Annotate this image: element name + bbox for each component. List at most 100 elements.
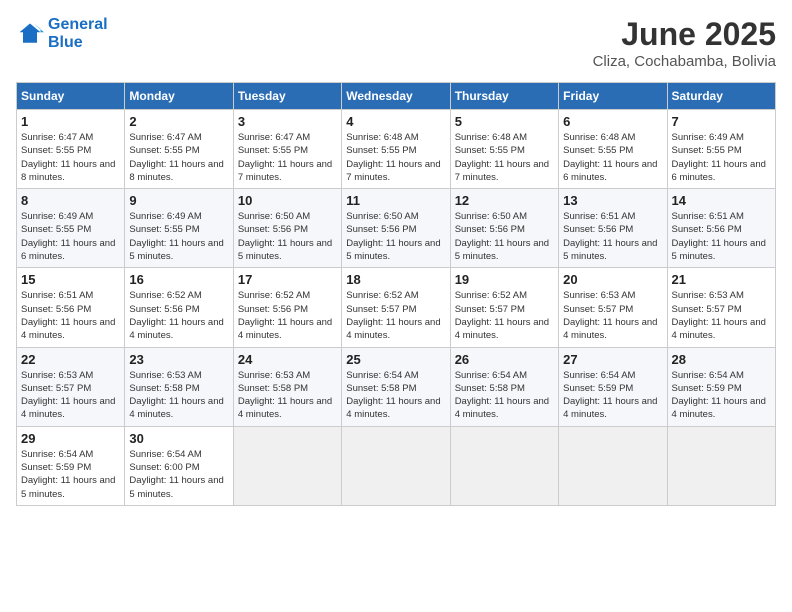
calendar-cell	[450, 426, 558, 505]
calendar-cell: 5 Sunrise: 6:48 AM Sunset: 5:55 PM Daylig…	[450, 110, 558, 189]
calendar-cell: 27 Sunrise: 6:54 AM Sunset: 5:59 PM Dayli…	[559, 347, 667, 426]
day-info: Sunrise: 6:51 AM Sunset: 5:56 PM Dayligh…	[21, 289, 120, 342]
day-number: 23	[129, 352, 228, 367]
day-info: Sunrise: 6:51 AM Sunset: 5:56 PM Dayligh…	[563, 210, 662, 263]
column-header-saturday: Saturday	[667, 83, 775, 110]
day-number: 28	[672, 352, 771, 367]
logo: General Blue	[16, 16, 108, 52]
calendar-cell: 28 Sunrise: 6:54 AM Sunset: 5:59 PM Dayli…	[667, 347, 775, 426]
calendar-week-row: 8 Sunrise: 6:49 AM Sunset: 5:55 PM Daylig…	[17, 189, 776, 268]
calendar-week-row: 29 Sunrise: 6:54 AM Sunset: 5:59 PM Dayli…	[17, 426, 776, 505]
day-number: 18	[346, 272, 445, 287]
calendar-week-row: 1 Sunrise: 6:47 AM Sunset: 5:55 PM Daylig…	[17, 110, 776, 189]
day-info: Sunrise: 6:49 AM Sunset: 5:55 PM Dayligh…	[672, 131, 771, 184]
logo-icon	[16, 20, 44, 48]
day-info: Sunrise: 6:54 AM Sunset: 5:59 PM Dayligh…	[563, 369, 662, 422]
day-info: Sunrise: 6:54 AM Sunset: 5:58 PM Dayligh…	[455, 369, 554, 422]
calendar-cell: 3Sunrise: 6:47 AM Sunset: 5:55 PM Daylig…	[233, 110, 341, 189]
calendar-cell: 19 Sunrise: 6:52 AM Sunset: 5:57 PM Dayli…	[450, 268, 558, 347]
day-info: Sunrise: 6:51 AM Sunset: 5:56 PM Dayligh…	[672, 210, 771, 263]
column-header-monday: Monday	[125, 83, 233, 110]
day-info: Sunrise: 6:47 AM Sunset: 5:55 PM Dayligh…	[21, 131, 120, 184]
day-number: 11	[346, 193, 445, 208]
calendar-cell: 12Sunrise: 6:50 AM Sunset: 5:56 PM Dayli…	[450, 189, 558, 268]
calendar-cell: 29 Sunrise: 6:54 AM Sunset: 5:59 PM Dayli…	[17, 426, 125, 505]
day-info: Sunrise: 6:50 AM Sunset: 5:56 PM Dayligh…	[455, 210, 554, 263]
day-info: Sunrise: 6:48 AM Sunset: 5:55 PM Dayligh…	[346, 131, 445, 184]
day-info: Sunrise: 6:53 AM Sunset: 5:58 PM Dayligh…	[238, 369, 337, 422]
calendar-cell: 24 Sunrise: 6:53 AM Sunset: 5:58 PM Dayli…	[233, 347, 341, 426]
calendar-cell: 9 Sunrise: 6:49 AM Sunset: 5:55 PM Daylig…	[125, 189, 233, 268]
day-info: Sunrise: 6:52 AM Sunset: 5:57 PM Dayligh…	[455, 289, 554, 342]
calendar-cell: 2 Sunrise: 6:47 AM Sunset: 5:55 PM Daylig…	[125, 110, 233, 189]
day-number: 24	[238, 352, 337, 367]
day-number: 9	[129, 193, 228, 208]
day-number: 25	[346, 352, 445, 367]
calendar-cell: 23 Sunrise: 6:53 AM Sunset: 5:58 PM Dayli…	[125, 347, 233, 426]
column-header-thursday: Thursday	[450, 83, 558, 110]
day-info: Sunrise: 6:54 AM Sunset: 6:00 PM Dayligh…	[129, 448, 228, 501]
day-number: 1	[21, 114, 120, 129]
day-info: Sunrise: 6:53 AM Sunset: 5:58 PM Dayligh…	[129, 369, 228, 422]
day-info: Sunrise: 6:48 AM Sunset: 5:55 PM Dayligh…	[455, 131, 554, 184]
calendar-cell	[559, 426, 667, 505]
day-number: 5	[455, 114, 554, 129]
logo-text-general: General	[48, 16, 108, 34]
month-year-title: June 2025	[593, 16, 776, 53]
calendar-cell: 17 Sunrise: 6:52 AM Sunset: 5:56 PM Dayli…	[233, 268, 341, 347]
calendar-table: SundayMondayTuesdayWednesdayThursdayFrid…	[16, 82, 776, 506]
calendar-cell: 30 Sunrise: 6:54 AM Sunset: 6:00 PM Dayli…	[125, 426, 233, 505]
day-info: Sunrise: 6:54 AM Sunset: 5:59 PM Dayligh…	[21, 448, 120, 501]
calendar-cell: 4 Sunrise: 6:48 AM Sunset: 5:55 PM Daylig…	[342, 110, 450, 189]
calendar-cell: 20 Sunrise: 6:53 AM Sunset: 5:57 PM Dayli…	[559, 268, 667, 347]
day-number: 10	[238, 193, 337, 208]
calendar-cell: 13 Sunrise: 6:51 AM Sunset: 5:56 PM Dayli…	[559, 189, 667, 268]
day-number: 4	[346, 114, 445, 129]
calendar-cell: 8Sunrise: 6:49 AM Sunset: 5:55 PM Daylig…	[17, 189, 125, 268]
day-number: 30	[129, 431, 228, 446]
day-number: 17	[238, 272, 337, 287]
day-number: 2	[129, 114, 228, 129]
calendar-cell: 7 Sunrise: 6:49 AM Sunset: 5:55 PM Daylig…	[667, 110, 775, 189]
calendar-cell: 22Sunrise: 6:53 AM Sunset: 5:57 PM Dayli…	[17, 347, 125, 426]
calendar-cell: 26 Sunrise: 6:54 AM Sunset: 5:58 PM Dayli…	[450, 347, 558, 426]
day-number: 15	[21, 272, 120, 287]
calendar-week-row: 15 Sunrise: 6:51 AM Sunset: 5:56 PM Dayli…	[17, 268, 776, 347]
calendar-cell: 18 Sunrise: 6:52 AM Sunset: 5:57 PM Dayli…	[342, 268, 450, 347]
day-info: Sunrise: 6:52 AM Sunset: 5:57 PM Dayligh…	[346, 289, 445, 342]
day-info: Sunrise: 6:49 AM Sunset: 5:55 PM Dayligh…	[129, 210, 228, 263]
day-info: Sunrise: 6:48 AM Sunset: 5:55 PM Dayligh…	[563, 131, 662, 184]
location-subtitle: Cliza, Cochabamba, Bolivia	[593, 53, 776, 70]
day-info: Sunrise: 6:53 AM Sunset: 5:57 PM Dayligh…	[563, 289, 662, 342]
day-info: Sunrise: 6:50 AM Sunset: 5:56 PM Dayligh…	[346, 210, 445, 263]
calendar-cell: 15 Sunrise: 6:51 AM Sunset: 5:56 PM Dayli…	[17, 268, 125, 347]
title-block: June 2025 Cliza, Cochabamba, Bolivia	[593, 16, 776, 70]
calendar-cell: 10 Sunrise: 6:50 AM Sunset: 5:56 PM Dayli…	[233, 189, 341, 268]
column-header-wednesday: Wednesday	[342, 83, 450, 110]
day-info: Sunrise: 6:53 AM Sunset: 5:57 PM Dayligh…	[672, 289, 771, 342]
column-header-sunday: Sunday	[17, 83, 125, 110]
day-info: Sunrise: 6:47 AM Sunset: 5:55 PM Dayligh…	[129, 131, 228, 184]
day-number: 21	[672, 272, 771, 287]
day-info: Sunrise: 6:54 AM Sunset: 5:58 PM Dayligh…	[346, 369, 445, 422]
day-number: 19	[455, 272, 554, 287]
day-number: 8	[21, 193, 120, 208]
day-info: Sunrise: 6:50 AM Sunset: 5:56 PM Dayligh…	[238, 210, 337, 263]
day-number: 22	[21, 352, 120, 367]
day-info: Sunrise: 6:52 AM Sunset: 5:56 PM Dayligh…	[238, 289, 337, 342]
calendar-cell: 1 Sunrise: 6:47 AM Sunset: 5:55 PM Daylig…	[17, 110, 125, 189]
day-number: 14	[672, 193, 771, 208]
day-number: 27	[563, 352, 662, 367]
day-info: Sunrise: 6:54 AM Sunset: 5:59 PM Dayligh…	[672, 369, 771, 422]
day-number: 13	[563, 193, 662, 208]
column-header-tuesday: Tuesday	[233, 83, 341, 110]
day-number: 7	[672, 114, 771, 129]
day-number: 29	[21, 431, 120, 446]
day-number: 16	[129, 272, 228, 287]
logo-text-blue: Blue	[48, 34, 108, 52]
calendar-cell	[667, 426, 775, 505]
calendar-week-row: 22Sunrise: 6:53 AM Sunset: 5:57 PM Dayli…	[17, 347, 776, 426]
day-number: 26	[455, 352, 554, 367]
day-number: 20	[563, 272, 662, 287]
calendar-header-row: SundayMondayTuesdayWednesdayThursdayFrid…	[17, 83, 776, 110]
